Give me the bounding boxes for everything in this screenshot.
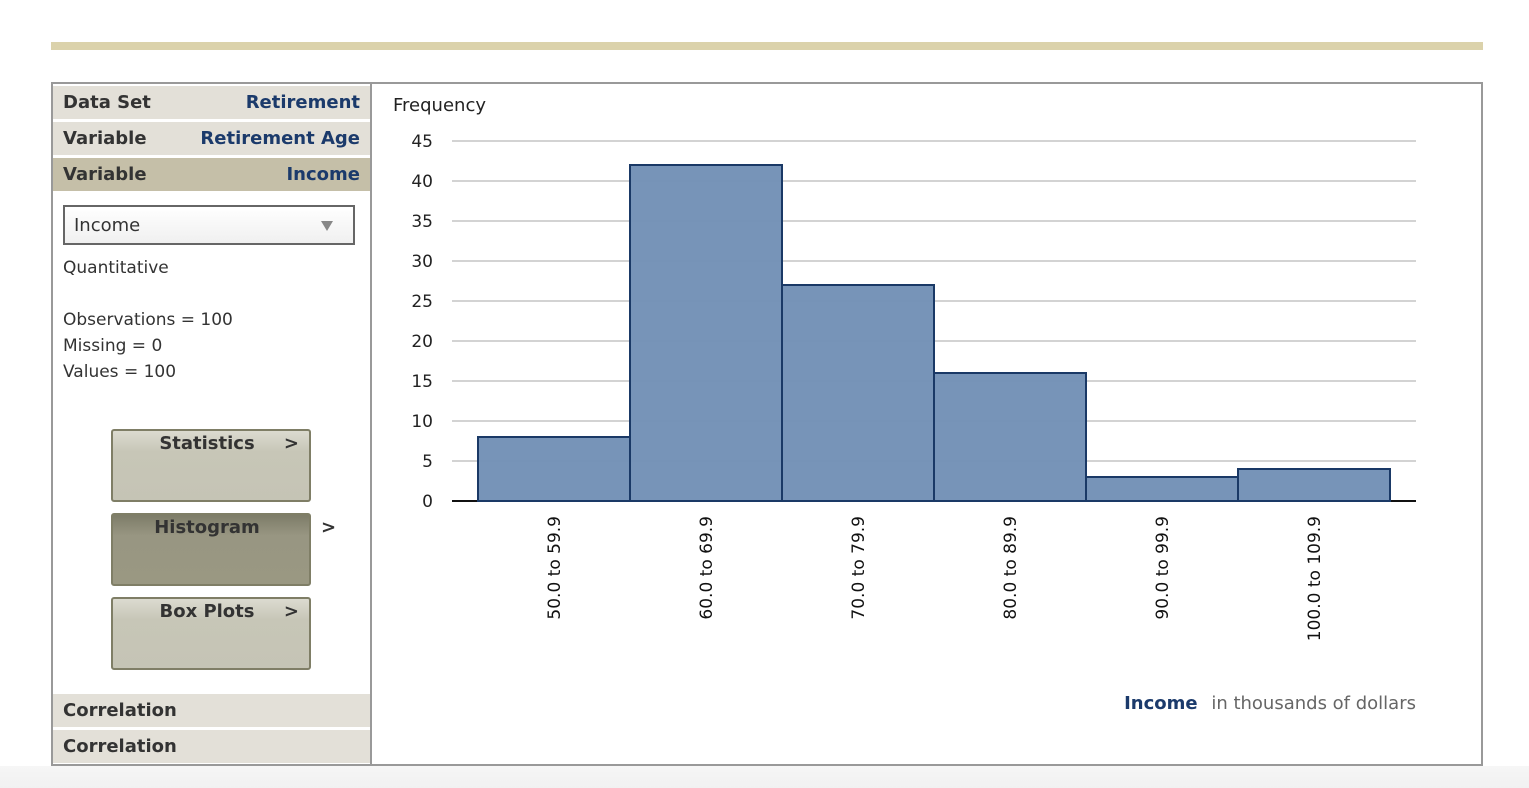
observations-count: Observations = 100	[63, 310, 233, 330]
chevron-right-icon: >	[283, 433, 299, 454]
variable-label: Variable	[63, 164, 147, 185]
variable-label: Variable	[63, 128, 147, 149]
x-tick-label: 100.0 to 109.9	[1305, 516, 1325, 641]
y-tick-label: 0	[422, 492, 433, 512]
y-tick-label: 5	[422, 452, 433, 472]
histogram-chart: Frequency 0 5 10 15 20 25 30 35 40 45 50.0 to 59.…	[372, 84, 1481, 764]
histogram-button[interactable]: Histogram	[111, 513, 311, 586]
x-tick-label: 50.0 to 59.9	[545, 516, 565, 620]
y-tick-label: 45	[411, 132, 433, 152]
histogram-bar[interactable]	[933, 372, 1087, 502]
y-tick-label: 20	[411, 332, 433, 352]
header-accent-bar	[51, 42, 1483, 50]
values-count: Values = 100	[63, 362, 177, 382]
correlation-row-2[interactable]: Correlation	[53, 730, 370, 763]
dataset-row[interactable]: Data Set Retirement	[53, 86, 370, 119]
variable-select[interactable]: Income	[63, 205, 355, 245]
statistics-button[interactable]: Statistics >	[111, 429, 311, 502]
chevron-right-icon: >	[321, 517, 337, 538]
chevron-right-icon: >	[283, 601, 299, 622]
dataset-label: Data Set	[63, 92, 151, 113]
histogram-bar[interactable]	[1085, 476, 1239, 502]
dropdown-arrow-icon[interactable]	[321, 221, 333, 231]
histogram-bar[interactable]	[1237, 468, 1391, 502]
histogram-button-label: Histogram	[154, 517, 260, 538]
variable-value[interactable]: Income	[286, 164, 360, 185]
x-tick-label: 70.0 to 79.9	[849, 516, 869, 620]
histogram-bar[interactable]	[477, 436, 631, 502]
box-plots-button-label: Box Plots	[159, 601, 255, 622]
y-tick-label: 15	[411, 372, 433, 392]
x-tick-label: 90.0 to 99.9	[1153, 516, 1173, 620]
missing-count: Missing = 0	[63, 336, 163, 356]
variable-type: Quantitative	[63, 258, 169, 278]
sidebar: Data Set Retirement Variable Retirement …	[53, 84, 372, 764]
box-plots-button[interactable]: Box Plots >	[111, 597, 311, 670]
correlation-label: Correlation	[63, 700, 177, 721]
variable-row-2[interactable]: Variable Income	[53, 158, 370, 191]
y-tick-label: 30	[411, 252, 433, 272]
histogram-svg: Frequency 0 5 10 15 20 25 30 35 40 45 50.0 to 59.…	[393, 95, 1416, 714]
y-tick-label: 10	[411, 412, 433, 432]
y-tick-label: 40	[411, 172, 433, 192]
page-footer-band	[0, 766, 1529, 788]
histogram-bar[interactable]	[781, 284, 935, 502]
statistics-button-label: Statistics	[159, 433, 255, 454]
variable-value[interactable]: Retirement Age	[200, 128, 360, 149]
correlation-label: Correlation	[63, 736, 177, 757]
y-tick-label: 25	[411, 292, 433, 312]
y-tick-label: 35	[411, 212, 433, 232]
x-tick-label: 80.0 to 89.9	[1001, 516, 1021, 620]
y-axis-title: Frequency	[393, 95, 486, 116]
variable-select-value: Income	[74, 214, 141, 236]
x-axis-title-units: in thousands of dollars	[1211, 693, 1416, 714]
correlation-row-1[interactable]: Correlation	[53, 694, 370, 727]
dataset-value[interactable]: Retirement	[246, 92, 360, 113]
app-frame: Data Set Retirement Variable Retirement …	[51, 82, 1483, 766]
x-tick-label: 60.0 to 69.9	[697, 516, 717, 620]
variable-row-1[interactable]: Variable Retirement Age	[53, 122, 370, 155]
x-axis-title: Income in thousands of dollars	[1124, 693, 1416, 714]
histogram-bar[interactable]	[629, 164, 783, 502]
x-axis-title-variable: Income	[1124, 693, 1198, 714]
